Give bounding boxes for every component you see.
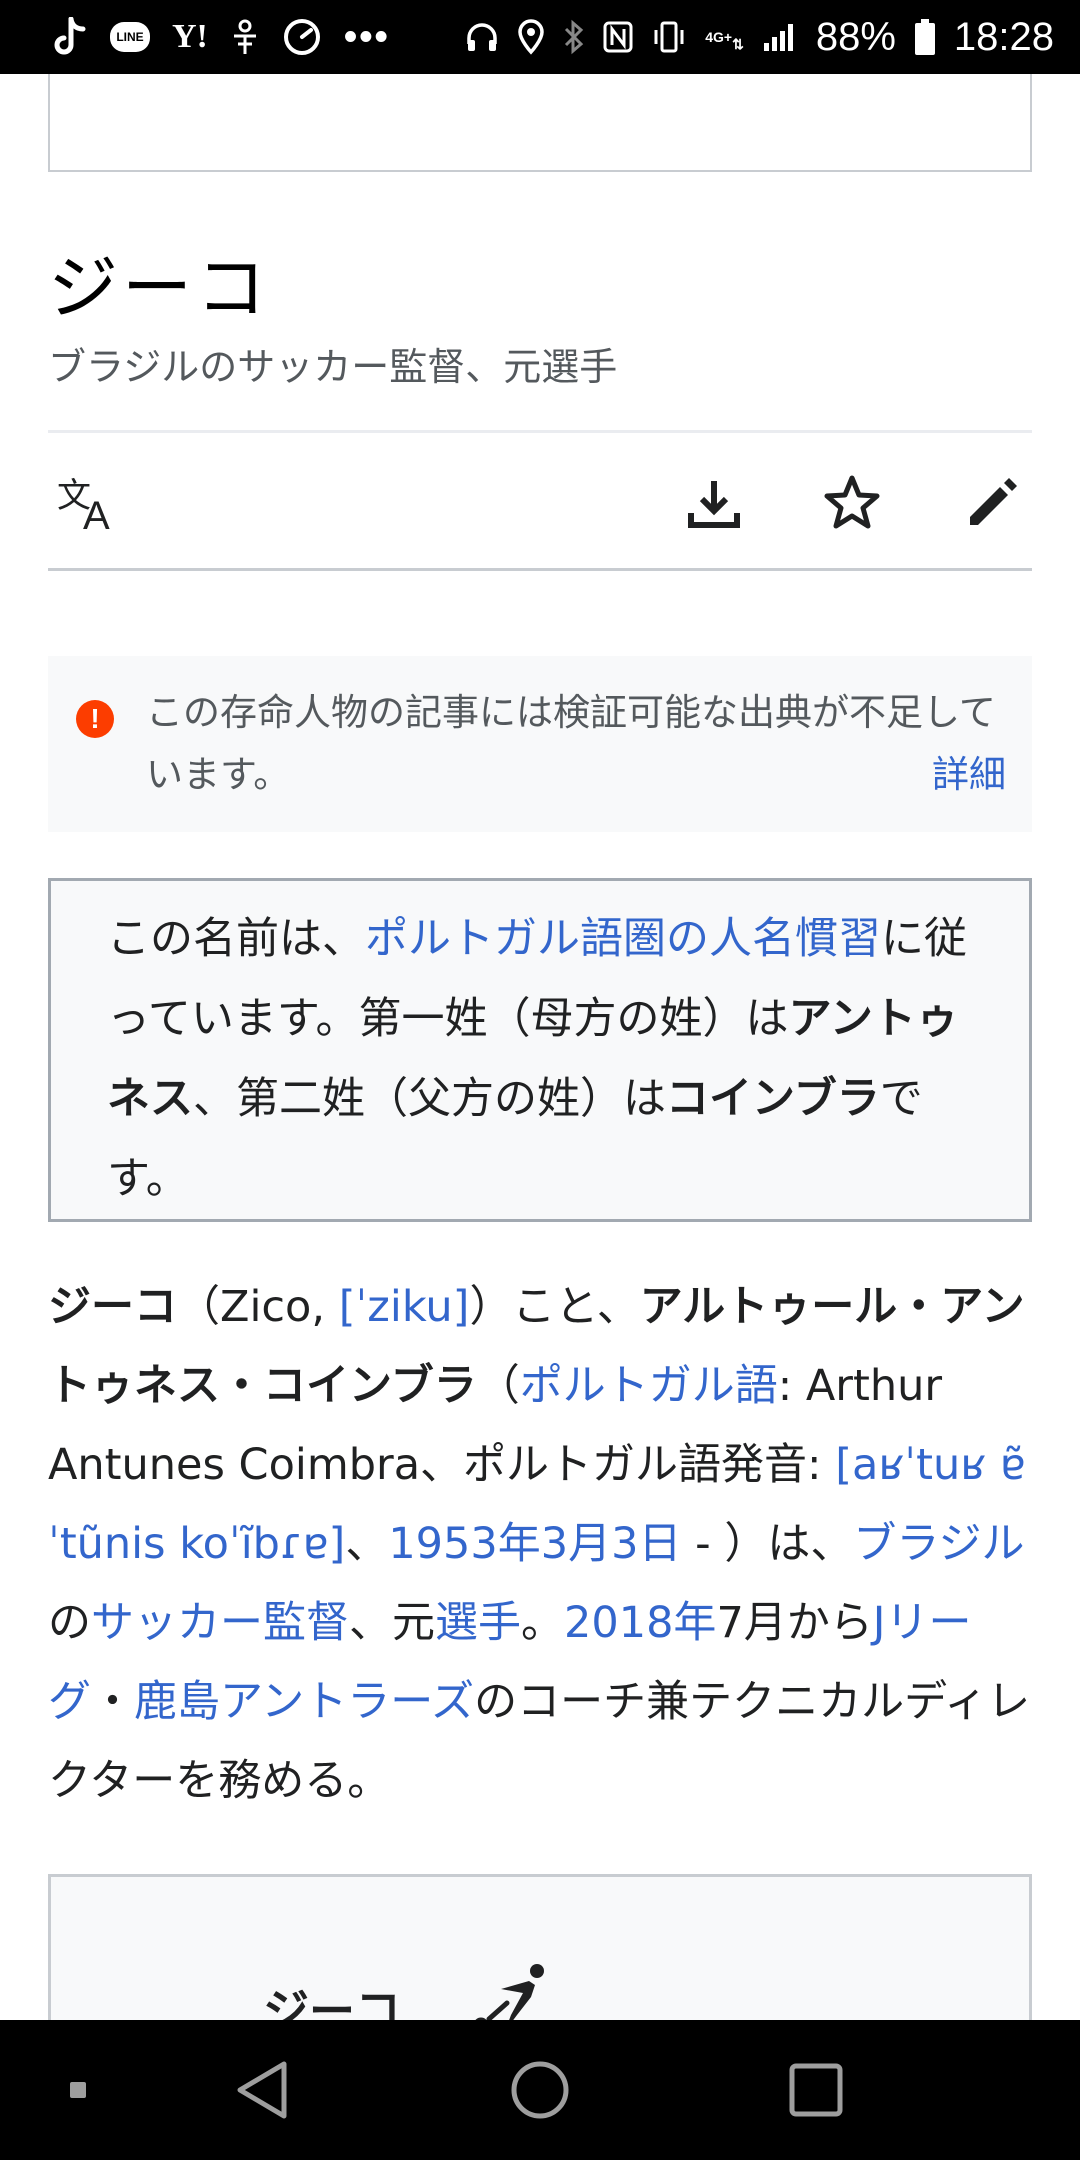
lead-paragraph: ジーコ（Zico, [ˈziku]）こと、アルトゥール・アントゥネス・コインブラ… bbox=[48, 1268, 1038, 1821]
status-bar: LINE Y! ••• 4G+ ⇅ 88% 18:28 bbox=[0, 0, 1080, 74]
navigation-bar bbox=[0, 2020, 1080, 2160]
vibrate-icon bbox=[651, 20, 687, 54]
status-left-icons: LINE Y! ••• bbox=[54, 16, 412, 59]
ipa-link[interactable]: [ˈziku] bbox=[339, 1282, 470, 1332]
network-type-text: 4G+ bbox=[705, 29, 733, 45]
lead-text: （ bbox=[476, 1361, 520, 1411]
battery-percent: 88% bbox=[815, 14, 896, 59]
infobox: ジーコ bbox=[48, 1874, 1032, 2020]
tiktok-icon bbox=[54, 17, 88, 57]
birth-date-link[interactable]: 1953年3月3日 bbox=[388, 1519, 681, 1569]
page-subtitle: ブラジルのサッカー監督、元選手 bbox=[48, 345, 618, 389]
star-icon[interactable] bbox=[812, 463, 892, 543]
lead-text: 7月から bbox=[716, 1598, 873, 1648]
lead-text: 。 bbox=[521, 1598, 564, 1648]
nfc-icon bbox=[603, 21, 633, 53]
app-icon bbox=[230, 18, 260, 56]
recents-dot-icon[interactable] bbox=[38, 2050, 118, 2130]
citation-needed-notice[interactable]: ! この存命人物の記事には検証可能な出典が不足しています。 詳細 bbox=[48, 656, 1032, 832]
lead-text: 、元 bbox=[349, 1598, 435, 1648]
page-title: ジーコ bbox=[48, 247, 270, 329]
bluetooth-icon bbox=[563, 19, 585, 55]
brazil-link[interactable]: ブラジル bbox=[853, 1519, 1024, 1569]
name-convention-hatnote: この名前は、ポルトガル語圏の人名慣習に従っています。第一姓（母方の姓）はアントゥ… bbox=[48, 878, 1032, 1222]
portuguese-language-link[interactable]: ポルトガル語 bbox=[520, 1361, 778, 1411]
notice-details-link[interactable]: 詳細 bbox=[932, 744, 1006, 798]
network-type-badge: 4G+ ⇅ bbox=[705, 29, 744, 52]
edit-icon[interactable] bbox=[952, 463, 1032, 543]
lead-text: ）こと、 bbox=[469, 1282, 640, 1332]
more-dots-icon: ••• bbox=[343, 15, 390, 58]
back-icon[interactable] bbox=[222, 2050, 302, 2130]
status-right-icons: 4G+ ⇅ 88% 18:28 bbox=[447, 15, 1054, 60]
divider bbox=[48, 568, 1032, 571]
lead-text: ・ bbox=[91, 1677, 134, 1727]
page-actions-toolbar: 文 A bbox=[48, 433, 1032, 568]
warning-icon: ! bbox=[76, 700, 114, 738]
previous-box bbox=[48, 74, 1032, 172]
line-icon: LINE bbox=[110, 22, 150, 52]
home-icon[interactable] bbox=[500, 2050, 580, 2130]
yahoo-icon: Y! bbox=[172, 18, 208, 55]
lead-text: - ）は、 bbox=[681, 1519, 854, 1569]
clock: 18:28 bbox=[953, 14, 1054, 59]
notice-text: この存命人物の記事には検証可能な出典が不足しています。 bbox=[146, 691, 996, 796]
player-link[interactable]: 選手 bbox=[435, 1598, 521, 1648]
battery-icon bbox=[914, 18, 936, 56]
signal-icon bbox=[762, 21, 798, 53]
translate-icon[interactable]: 文 A bbox=[48, 463, 128, 543]
lead-text: 、 bbox=[345, 1519, 389, 1569]
lead-text: の bbox=[48, 1598, 91, 1648]
speedometer-icon bbox=[282, 17, 322, 57]
kashima-antlers-link[interactable]: 鹿島アントラーズ bbox=[134, 1677, 474, 1727]
overview-icon[interactable] bbox=[776, 2050, 856, 2130]
hatnote-text: 、第二姓（父方の姓）は bbox=[193, 1074, 666, 1124]
location-icon bbox=[517, 19, 545, 55]
hatnote-paternal-surname: コインブラ bbox=[666, 1074, 880, 1124]
football-player-icon bbox=[471, 1959, 551, 2020]
svg-text:A: A bbox=[83, 494, 110, 533]
lead-bold-name: ジーコ bbox=[48, 1282, 177, 1332]
article-content[interactable]: ジーコ ブラジルのサッカー監督、元選手 文 A ! この存命人物の記事には検証可… bbox=[0, 74, 1080, 2020]
portuguese-naming-link[interactable]: ポルトガル語圏の人名慣習 bbox=[365, 914, 881, 964]
hatnote-text: この名前は、 bbox=[107, 914, 365, 964]
football-manager-link[interactable]: サッカー監督 bbox=[91, 1598, 349, 1648]
download-icon[interactable] bbox=[674, 463, 754, 543]
infobox-title: ジーコ bbox=[263, 1984, 401, 2020]
headphones-icon bbox=[465, 20, 499, 54]
year-2018-link[interactable]: 2018年 bbox=[564, 1598, 716, 1648]
lead-text: （Zico, bbox=[177, 1282, 339, 1332]
